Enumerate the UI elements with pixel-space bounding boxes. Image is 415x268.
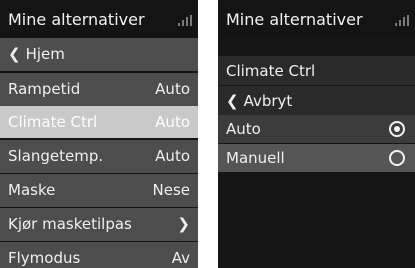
option-label: Manuell bbox=[226, 149, 285, 167]
option-auto[interactable]: Auto bbox=[218, 115, 415, 143]
menu-item-label: Kjør masketilpas bbox=[8, 215, 132, 233]
right-screen: Mine alternativer Climate Ctrl ❮ Avbryt A… bbox=[218, 0, 415, 268]
menu-item-value: Auto bbox=[155, 80, 190, 98]
menu-item-label: Climate Ctrl bbox=[8, 113, 98, 131]
menu-item-value: Av bbox=[171, 249, 190, 267]
submenu-header-label: Climate Ctrl bbox=[226, 62, 316, 80]
menu-item-label: Flymodus bbox=[8, 249, 81, 267]
menu-item-climate-ctrl[interactable]: Climate Ctrl Auto bbox=[0, 106, 198, 138]
menu-item-value: Auto bbox=[155, 113, 190, 131]
submenu-header: Climate Ctrl bbox=[218, 56, 415, 85]
screen-title: Mine alternativer bbox=[8, 10, 145, 29]
menu-item-slangetemp[interactable]: Slangetemp. Auto bbox=[0, 140, 198, 173]
cancel-label: ❮ Avbryt bbox=[226, 92, 293, 110]
chevron-right-icon: ❯ bbox=[177, 215, 190, 233]
menu-item-rampetid[interactable]: Rampetid Auto bbox=[0, 73, 198, 106]
radio-checked-icon[interactable] bbox=[389, 121, 405, 137]
menu-item-label: ❮ Hjem bbox=[8, 45, 65, 63]
cancel-button[interactable]: ❮ Avbryt bbox=[218, 86, 415, 115]
signal-icon bbox=[178, 15, 192, 26]
menu-item-value: Auto bbox=[155, 147, 190, 165]
menu-item-value: Nese bbox=[152, 181, 191, 199]
left-screen: Mine alternativer ❮ Hjem Rampetid Auto Cl… bbox=[0, 0, 198, 268]
option-label: Auto bbox=[226, 120, 261, 138]
menu-item-hjem[interactable]: ❮ Hjem bbox=[0, 38, 198, 71]
option-manuell[interactable]: Manuell bbox=[218, 144, 415, 172]
title-bar: Mine alternativer bbox=[0, 0, 198, 38]
title-bar: Mine alternativer bbox=[218, 0, 415, 38]
chevron-left-icon: ❮ bbox=[226, 92, 239, 110]
chevron-left-icon: ❮ bbox=[8, 45, 21, 63]
signal-icon bbox=[395, 15, 409, 26]
menu-item-kjor-masketilpas[interactable]: Kjør masketilpas ❯ bbox=[0, 208, 198, 241]
menu-item-maske[interactable]: Maske Nese bbox=[0, 174, 198, 207]
menu-item-flymodus[interactable]: Flymodus Av bbox=[0, 242, 198, 268]
menu-item-label: Maske bbox=[8, 181, 56, 199]
menu-item-label: Rampetid bbox=[8, 80, 81, 98]
menu-item-label: Slangetemp. bbox=[8, 147, 104, 165]
screen-title: Mine alternativer bbox=[226, 10, 363, 29]
radio-unchecked-icon[interactable] bbox=[389, 150, 405, 166]
